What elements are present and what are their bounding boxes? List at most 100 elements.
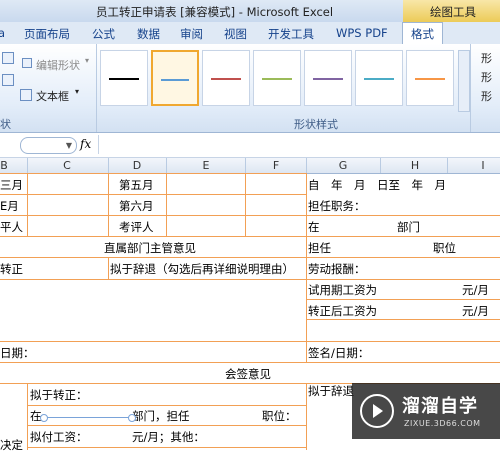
resize-handle[interactable]: [128, 414, 136, 422]
cell-h4[interactable]: 职位: [433, 240, 456, 256]
cell-g1[interactable]: 自 年 月 日至 年 月: [308, 177, 446, 193]
column-header-d[interactable]: D: [133, 159, 141, 172]
ribbon: 编辑形状 ▾ 文本框 ▾ 状 形状样式 形 形 形: [0, 44, 500, 133]
shape-style-swatch[interactable]: [253, 50, 301, 106]
watermark-site: ZIXUE.3D66.COM: [404, 419, 481, 428]
shape-effects-button[interactable]: 形: [481, 88, 492, 104]
cell-b3[interactable]: 平人: [0, 219, 23, 235]
cell-d5[interactable]: 拟于辞退（勾选后再详细说明理由）: [110, 261, 294, 277]
cell-d1[interactable]: 第五月: [119, 177, 154, 193]
shape-style-swatch[interactable]: [355, 50, 403, 106]
cell-i7[interactable]: 元/月: [462, 303, 489, 319]
shape-styles-group-label: 形状样式: [294, 118, 338, 131]
tab-developer[interactable]: 开发工具: [268, 26, 314, 42]
shape-fill-button[interactable]: 形: [481, 50, 492, 66]
grid-line: [27, 447, 306, 448]
selected-line-shape[interactable]: [40, 414, 136, 422]
watermark: 溜溜自学 ZIXUE.3D66.COM: [352, 383, 500, 439]
shape-dropdown-icon[interactable]: [2, 74, 14, 86]
grid-line: [27, 383, 28, 450]
window-title: 员工转正申请表 [兼容模式] - Microsoft Excel: [96, 5, 334, 19]
column-divider: [108, 158, 109, 173]
cell-g7[interactable]: 转正后工资为: [308, 303, 377, 319]
cell-d11[interactable]: 部门，担任: [132, 408, 190, 424]
resize-handle[interactable]: [40, 414, 48, 422]
shape-style-swatch[interactable]: [100, 50, 148, 106]
grid-line: [245, 173, 246, 236]
column-header-h[interactable]: H: [411, 159, 419, 172]
column-header-b[interactable]: B: [0, 159, 8, 172]
tab-formulas[interactable]: 公式: [92, 26, 115, 42]
cell-g2[interactable]: 担任职务：: [308, 198, 366, 214]
column-header-i[interactable]: I: [481, 159, 484, 172]
formula-input[interactable]: [98, 135, 500, 154]
tab-data[interactable]: 数据: [137, 26, 160, 42]
cell-b1[interactable]: 三月: [0, 177, 23, 193]
grid-line: [0, 173, 306, 174]
tab-review[interactable]: 审阅: [180, 26, 203, 42]
tab-format[interactable]: 格式: [402, 22, 443, 44]
grid-line: [27, 425, 306, 426]
chevron-down-icon: ▾: [75, 87, 80, 96]
cell-d3[interactable]: 考评人: [119, 219, 154, 235]
column-header-g[interactable]: G: [339, 159, 348, 172]
text-box-button[interactable]: 文本框: [36, 88, 69, 104]
grid-line: [0, 215, 500, 216]
shapes-icon[interactable]: [2, 52, 14, 64]
shape-style-swatch[interactable]: [202, 50, 250, 106]
insert-shapes-group: 编辑形状 ▾ 文本框 ▾ 状: [0, 44, 97, 132]
chevron-down-icon: ▾: [85, 56, 90, 65]
section-supervisor-opinion[interactable]: 直属部门主管意见: [104, 240, 196, 256]
insert-function-button[interactable]: fx: [80, 137, 91, 151]
cell-b2[interactable]: E月: [0, 198, 19, 214]
cell-g5[interactable]: 劳动报酬：: [308, 261, 366, 277]
cell-b10[interactable]: 拟于转正：: [30, 387, 88, 403]
column-headers: B C D E F G H I: [0, 158, 500, 174]
shape-outline-button[interactable]: 形: [481, 69, 492, 85]
cell-g6[interactable]: 试用期工资为: [308, 282, 377, 298]
cell-g8[interactable]: 签名/日期：: [308, 345, 369, 361]
name-box[interactable]: ▼: [20, 137, 77, 154]
cell-h3[interactable]: 部门: [397, 219, 420, 235]
chevron-down-icon: ▼: [65, 141, 72, 150]
watermark-brand: 溜溜自学: [402, 396, 478, 417]
cell-b12[interactable]: 拟付工资：: [30, 429, 88, 445]
grid-line: [0, 362, 500, 363]
column-divider: [380, 158, 381, 173]
tab-partial[interactable]: a: [0, 26, 5, 40]
grid-line: [166, 173, 167, 236]
style-line-preview: [364, 78, 394, 80]
cell-b8[interactable]: 日期：: [0, 345, 35, 361]
cell-g3[interactable]: 在: [308, 219, 320, 235]
title-bar: 员工转正申请表 [兼容模式] - Microsoft Excel 绘图工具: [0, 0, 500, 22]
shape-style-swatch[interactable]: [304, 50, 352, 106]
grid-line: [0, 257, 500, 258]
style-line-preview: [262, 78, 292, 80]
tab-view[interactable]: 视图: [224, 26, 247, 42]
column-divider: [306, 158, 307, 173]
column-header-f[interactable]: F: [273, 159, 279, 172]
cell-f11[interactable]: 职位：: [262, 408, 297, 424]
gallery-scrollbar[interactable]: [458, 50, 470, 112]
cell-d12[interactable]: 元/月；其他：: [132, 429, 205, 445]
column-header-c[interactable]: C: [63, 159, 71, 172]
section-countersign-opinion[interactable]: 会签意见: [225, 366, 271, 382]
cell-b5[interactable]: 转正: [0, 261, 23, 277]
cell-g10[interactable]: 拟于辞退: [308, 383, 354, 399]
tab-page-layout[interactable]: 页面布局: [24, 26, 70, 42]
column-header-e[interactable]: E: [203, 159, 210, 172]
tab-wps-pdf[interactable]: WPS PDF: [336, 26, 388, 40]
cell-a13[interactable]: 决定: [0, 437, 23, 453]
formula-bar: ▼ fx: [0, 133, 500, 158]
shape-style-swatch[interactable]: [406, 50, 454, 106]
cell-d2[interactable]: 第六月: [119, 198, 154, 214]
style-line-preview: [109, 78, 139, 80]
shape-format-options: 形 形 形: [470, 44, 500, 132]
cell-i6[interactable]: 元/月: [462, 282, 489, 298]
grid-line: [0, 341, 500, 342]
cell-g4[interactable]: 担任: [308, 240, 331, 256]
style-line-preview: [313, 78, 343, 80]
drawing-tools-label: 绘图工具: [430, 5, 476, 19]
shape-style-swatch[interactable]: [151, 50, 199, 106]
edit-shape-button[interactable]: 编辑形状: [36, 57, 80, 73]
